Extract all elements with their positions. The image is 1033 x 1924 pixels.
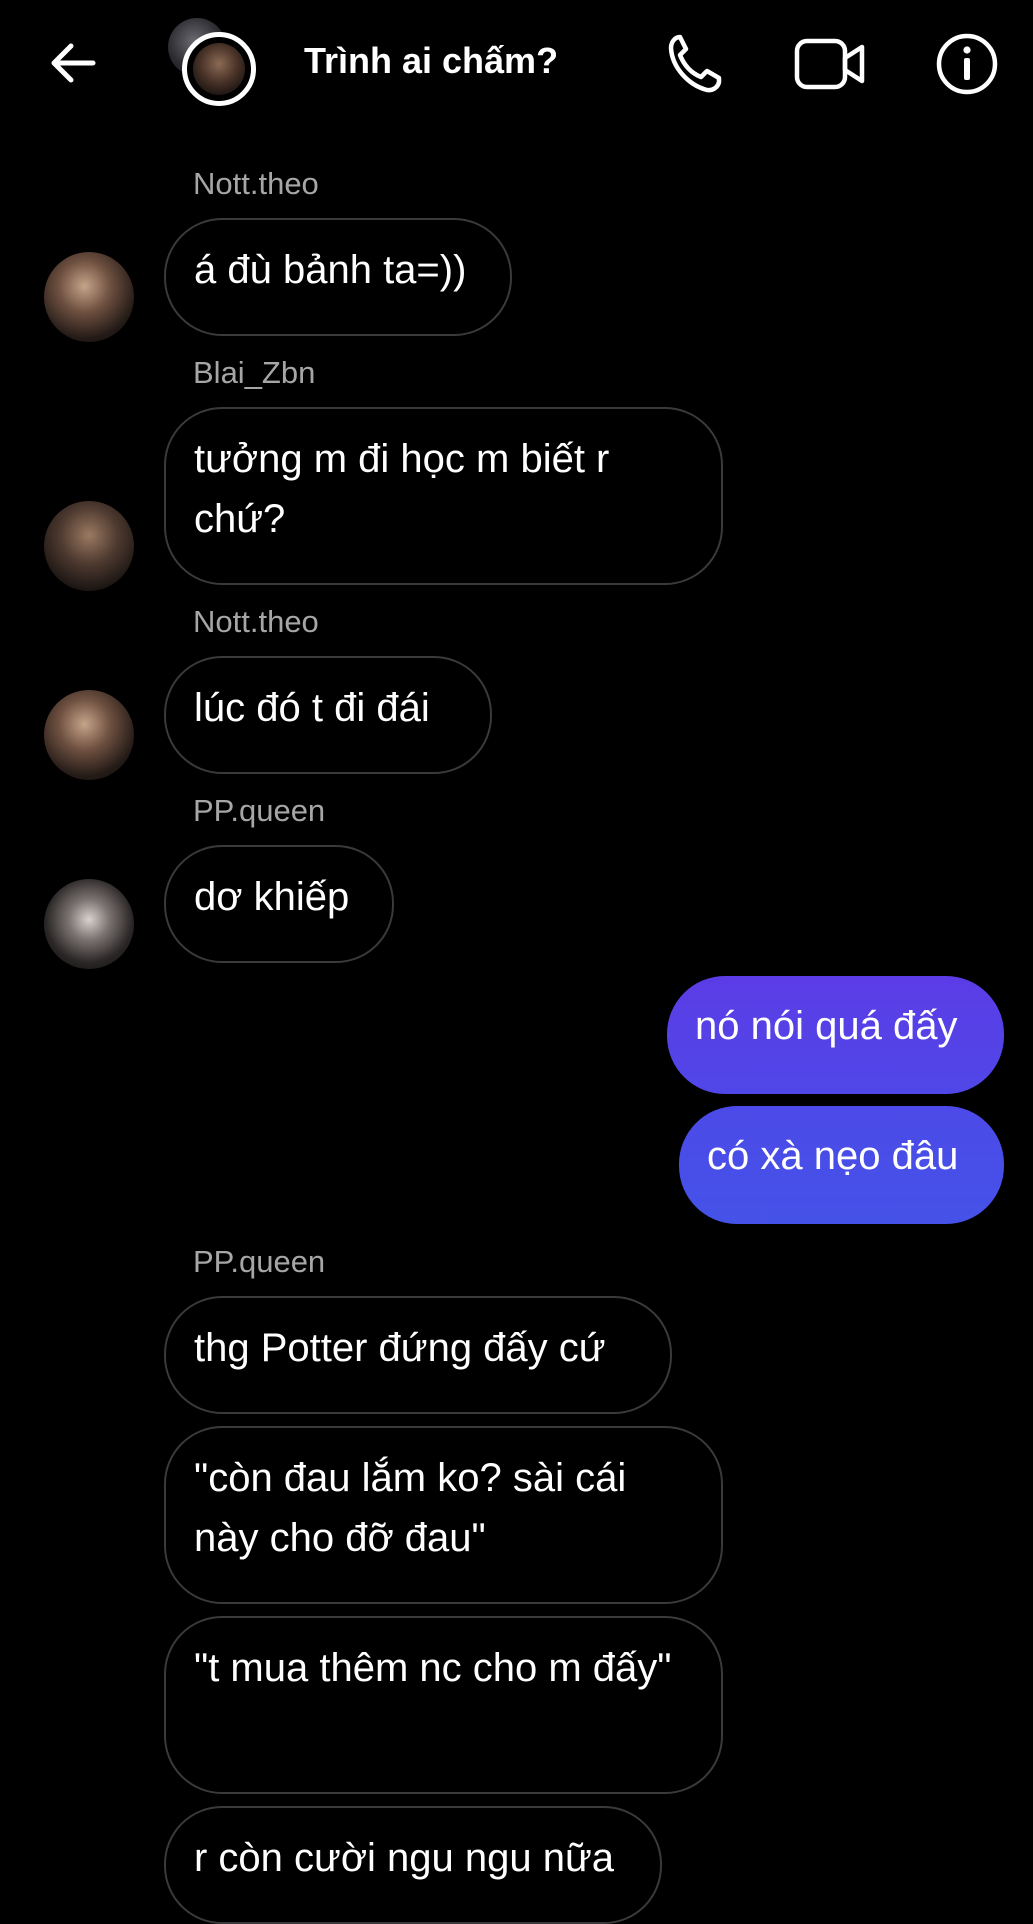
avatar[interactable] [44, 879, 134, 969]
message-list[interactable]: Nott.theo á đù bảnh ta=)) Blai_Zbn tưởng… [0, 130, 1033, 1924]
chat-title[interactable]: Trình ai chấm? [304, 40, 558, 82]
incoming-message-bubble[interactable]: "còn đau lắm ko? sài cái này cho đỡ đau" [164, 1426, 723, 1604]
avatar[interactable] [44, 690, 134, 780]
avatar[interactable] [44, 252, 134, 342]
outgoing-message-bubble[interactable]: có xà nẹo đâu [679, 1106, 1004, 1224]
phone-icon [668, 34, 722, 93]
incoming-message-bubble[interactable]: dơ khiếp [164, 845, 394, 963]
avatar[interactable] [44, 501, 134, 591]
outgoing-message-bubble[interactable]: nó nói quá đấy [667, 976, 1004, 1094]
incoming-message-bubble[interactable]: thg Potter đứng đấy cứ [164, 1296, 672, 1414]
incoming-message-bubble[interactable]: á đù bảnh ta=)) [164, 218, 512, 336]
sender-name: PP.queen [193, 1244, 326, 1279]
info-icon [936, 33, 998, 95]
group-avatar[interactable] [160, 14, 270, 114]
call-button[interactable] [656, 26, 732, 102]
group-avatar-primary [182, 32, 256, 106]
arrow-left-icon [51, 43, 96, 83]
chat-header: Trình ai chấm? [0, 0, 1033, 130]
video-call-button[interactable] [792, 26, 868, 102]
sender-name: PP.queen [193, 793, 326, 828]
incoming-message-bubble[interactable]: r còn cười ngu ngu nữa [164, 1806, 662, 1924]
incoming-message-bubble[interactable]: lúc đó t đi đái [164, 656, 492, 774]
video-camera-icon [794, 38, 865, 90]
incoming-message-bubble[interactable]: tưởng m đi học m biết r chứ? [164, 407, 723, 585]
sender-name: Nott.theo [193, 166, 319, 201]
sender-name: Blai_Zbn [193, 355, 316, 390]
incoming-message-bubble[interactable]: "t mua thêm nc cho m đấy" [164, 1616, 723, 1794]
back-button[interactable] [40, 30, 106, 96]
info-button[interactable] [929, 26, 1005, 102]
sender-name: Nott.theo [193, 604, 319, 639]
